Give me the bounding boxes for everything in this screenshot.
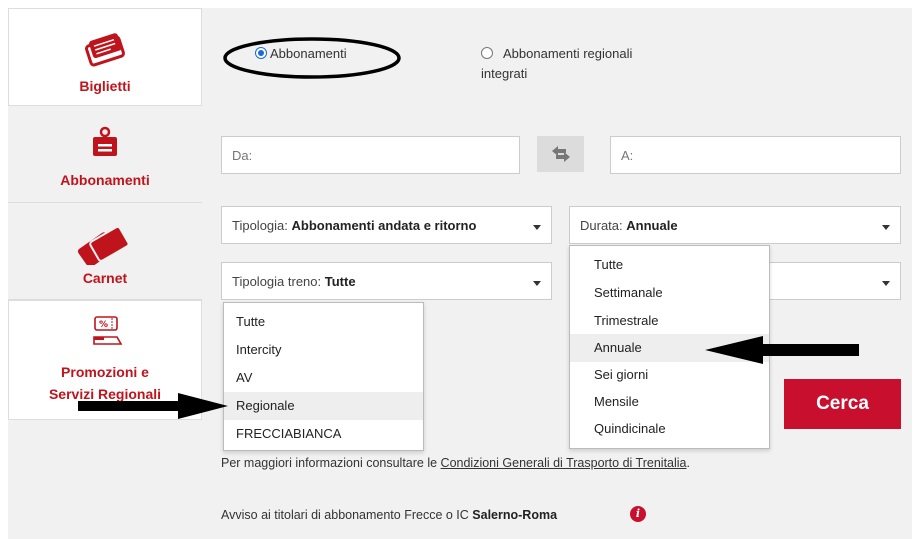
conditions-link[interactable]: Condizioni Generali di Trasporto di Tren… bbox=[441, 456, 687, 470]
chevron-down-icon bbox=[533, 281, 541, 286]
swap-stations-button[interactable] bbox=[537, 136, 584, 172]
select-label: Tipologia treno: bbox=[232, 274, 322, 289]
svg-text:%: % bbox=[99, 320, 108, 330]
swap-arrows-icon bbox=[552, 146, 570, 162]
to-field[interactable] bbox=[610, 136, 901, 174]
select-value: Abbonamenti andata e ritorno bbox=[291, 218, 477, 233]
select-value: Annuale bbox=[626, 218, 678, 233]
notice-text: Avviso ai titolari di abbonamento Frecce… bbox=[221, 508, 558, 522]
tab-label: Abbonamenti bbox=[60, 172, 150, 188]
highlight-ellipse bbox=[223, 37, 401, 79]
info-text: Per maggiori informazioni consultare le … bbox=[221, 456, 690, 470]
dropdown-option[interactable]: Tutte bbox=[224, 308, 423, 336]
tipologia-treno-select[interactable]: Tipologia treno: Tutte bbox=[221, 262, 552, 300]
dropdown-option[interactable]: Regionale bbox=[224, 392, 423, 420]
from-input[interactable] bbox=[232, 148, 492, 163]
tab-abbonamenti[interactable]: Abbonamenti bbox=[8, 106, 202, 202]
dropdown-option[interactable]: Quindicinale bbox=[570, 415, 769, 443]
dropdown-option[interactable]: Intercity bbox=[224, 336, 423, 364]
info-icon[interactable]: i bbox=[630, 506, 646, 522]
tickets-stack-icon bbox=[77, 225, 130, 265]
select-value: Tutte bbox=[324, 274, 356, 289]
tab-label: Promozioni e bbox=[61, 364, 149, 380]
annotation-arrow-left bbox=[705, 336, 859, 364]
dropdown-option[interactable]: Tutte bbox=[570, 251, 769, 279]
radio-abbonamenti-regionali[interactable] bbox=[481, 47, 493, 59]
tipologia-select[interactable]: Tipologia: Abbonamenti andata e ritorno bbox=[221, 206, 552, 244]
chevron-down-icon bbox=[533, 225, 541, 230]
tab-label: Carnet bbox=[82, 270, 128, 286]
dropdown-option[interactable]: Sei giorni bbox=[570, 361, 769, 389]
dropdown-option[interactable]: FRECCIABIANCA bbox=[224, 420, 423, 448]
dropdown-option[interactable]: AV bbox=[224, 364, 423, 392]
from-field[interactable] bbox=[221, 136, 520, 174]
ticket-icon bbox=[85, 33, 125, 67]
discount-ticket-icon: % bbox=[93, 316, 123, 345]
badge-icon bbox=[93, 126, 117, 156]
radio-label[interactable]: integrati bbox=[481, 66, 527, 81]
select-label: Durata: bbox=[580, 218, 623, 233]
dropdown-option[interactable]: Trimestrale bbox=[570, 307, 769, 335]
search-button[interactable]: Cerca bbox=[784, 379, 901, 429]
dropdown-option[interactable]: Mensile bbox=[570, 388, 769, 416]
tab-biglietti[interactable]: Biglietti bbox=[8, 8, 202, 106]
tab-carnet[interactable]: Carnet bbox=[8, 203, 202, 299]
to-input[interactable] bbox=[621, 148, 881, 163]
radio-label[interactable]: Abbonamenti regionali bbox=[503, 46, 632, 61]
select-label: Tipologia: bbox=[232, 218, 288, 233]
dropdown-option[interactable]: Settimanale bbox=[570, 279, 769, 307]
chevron-down-icon bbox=[882, 225, 890, 230]
train-type-dropdown: Tutte Intercity AV Regionale FRECCIABIAN… bbox=[223, 302, 424, 451]
tab-label: Biglietti bbox=[79, 78, 131, 94]
chevron-down-icon bbox=[882, 281, 890, 286]
durata-select[interactable]: Durata: Annuale bbox=[569, 206, 901, 244]
annotation-arrow-right bbox=[78, 393, 228, 419]
